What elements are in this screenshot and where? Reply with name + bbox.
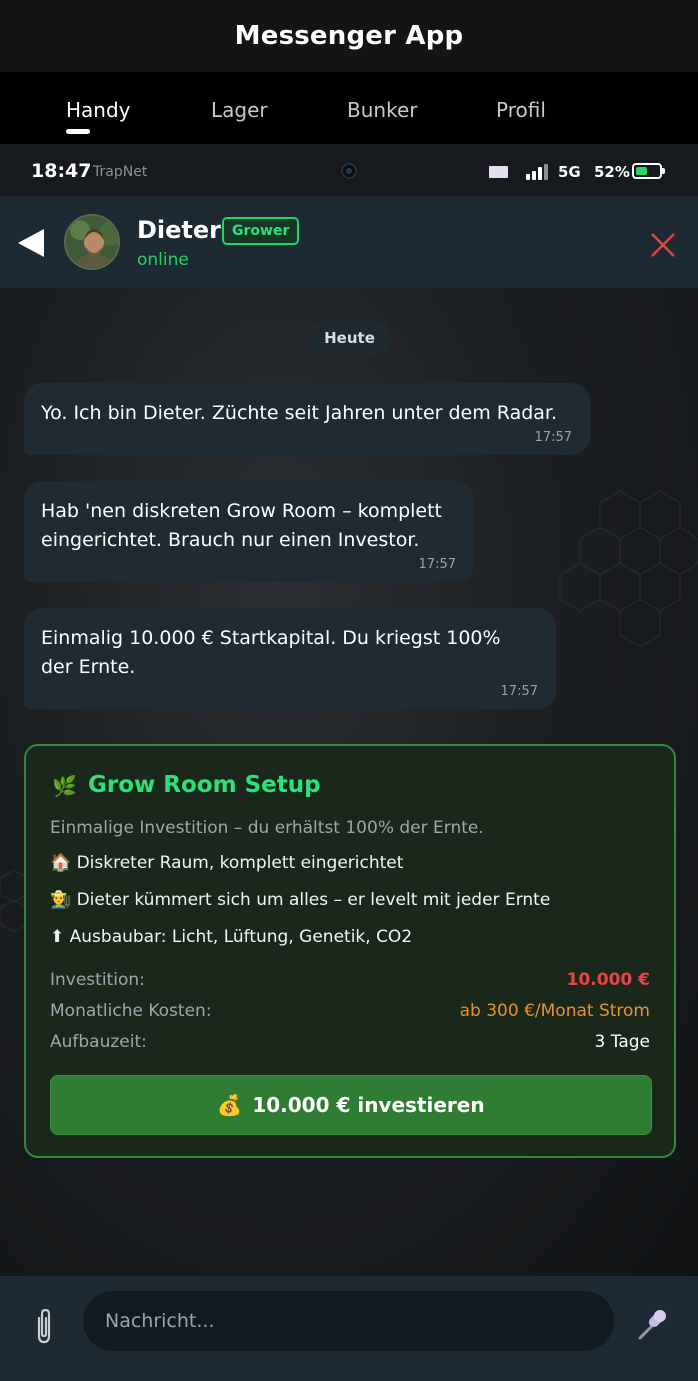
battery-fill bbox=[636, 167, 647, 175]
paperclip-icon[interactable] bbox=[30, 1306, 58, 1346]
message-input-bar bbox=[0, 1276, 698, 1381]
message-input[interactable] bbox=[83, 1291, 614, 1351]
app-title: Messenger App bbox=[234, 21, 464, 51]
network-type: 5G bbox=[558, 163, 581, 181]
message-bubble: Hab 'nen diskreten Grow Room – komplett … bbox=[24, 481, 474, 582]
contact-name: Dieter bbox=[137, 216, 222, 244]
tab-bunker[interactable]: Bunker bbox=[347, 98, 417, 122]
role-badge: Grower bbox=[222, 217, 300, 245]
monthly-costs-value: ab 300 €/Monat Strom bbox=[459, 1001, 650, 1021]
mail-notification-icon bbox=[489, 166, 508, 178]
message-text: Einmalig 10.000 € Startkapital. Du krieg… bbox=[41, 627, 501, 678]
investment-value: 10.000 € bbox=[566, 970, 650, 990]
date-separator: Heute bbox=[307, 321, 392, 355]
chat-header: Dieter Grower online bbox=[0, 196, 698, 288]
offer-feature: 👨‍🌾 Dieter kümmert sich um alles – er le… bbox=[50, 890, 551, 910]
money-bag-icon: 💰 bbox=[217, 1093, 243, 1117]
chat-messages-area[interactable]: Heute Yo. Ich bin Dieter. Züchte seit Ja… bbox=[0, 288, 698, 1276]
signal-icon bbox=[526, 164, 550, 180]
offer-feature: ⬆ Ausbaubar: Licht, Lüftung, Genetik, CO… bbox=[50, 927, 413, 947]
tab-lager[interactable]: Lager bbox=[211, 98, 268, 122]
message-bubble: Einmalig 10.000 € Startkapital. Du krieg… bbox=[24, 608, 556, 709]
offer-title: Grow Room Setup bbox=[88, 772, 321, 798]
battery-percent: 52% bbox=[594, 163, 630, 181]
herb-icon: 🌿 bbox=[52, 774, 77, 798]
phone-status-bar: 18:47 TrapNet 5G 52% bbox=[0, 144, 698, 196]
back-arrow-icon[interactable] bbox=[18, 229, 44, 257]
investment-label: Investition: bbox=[50, 970, 145, 990]
status-carrier: TrapNet bbox=[93, 164, 148, 180]
message-time: 17:57 bbox=[418, 557, 456, 572]
offer-subtitle: Einmalige Investition – du erhältst 100%… bbox=[50, 818, 484, 838]
message-bubble: Yo. Ich bin Dieter. Züchte seit Jahren u… bbox=[24, 383, 590, 455]
invest-button-label: 10.000 € investieren bbox=[252, 1093, 485, 1117]
battery-icon bbox=[632, 163, 665, 179]
contact-status: online bbox=[137, 250, 189, 270]
app-bar: Messenger App bbox=[0, 0, 698, 72]
message-text: Hab 'nen diskreten Grow Room – komplett … bbox=[41, 500, 443, 551]
front-camera-icon bbox=[341, 163, 357, 179]
monthly-costs-label: Monatliche Kosten: bbox=[50, 1001, 212, 1021]
message-time: 17:57 bbox=[500, 684, 538, 699]
tab-bar: Handy Lager Bunker Profil bbox=[0, 72, 698, 144]
close-icon[interactable] bbox=[650, 232, 676, 258]
offer-card: 🌿 Grow Room Setup Einmalige Investition … bbox=[24, 744, 676, 1158]
tab-handy[interactable]: Handy bbox=[66, 98, 131, 122]
microphone-icon[interactable] bbox=[634, 1306, 670, 1342]
offer-feature: 🏠 Diskreter Raum, komplett eingerichtet bbox=[50, 853, 404, 873]
message-text: Yo. Ich bin Dieter. Züchte seit Jahren u… bbox=[41, 402, 558, 424]
avatar[interactable] bbox=[64, 214, 120, 270]
setup-time-value: 3 Tage bbox=[594, 1032, 650, 1052]
invest-button[interactable]: 💰 10.000 € investieren bbox=[50, 1075, 652, 1135]
setup-time-label: Aufbauzeit: bbox=[50, 1032, 147, 1052]
tab-profil[interactable]: Profil bbox=[496, 98, 546, 122]
message-time: 17:57 bbox=[534, 430, 572, 445]
status-time: 18:47 bbox=[31, 160, 92, 182]
active-tab-indicator bbox=[66, 129, 90, 134]
